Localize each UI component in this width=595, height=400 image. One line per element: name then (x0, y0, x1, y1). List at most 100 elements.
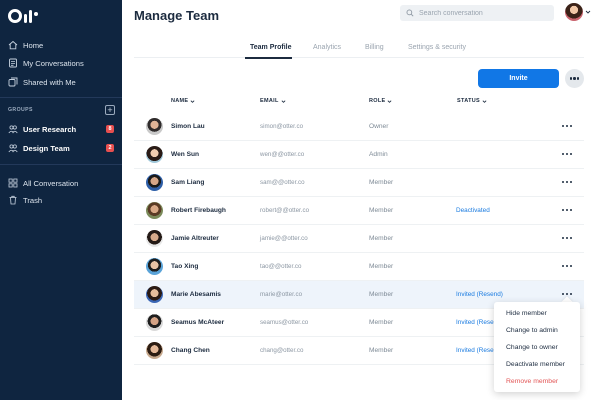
more-icon (569, 77, 580, 80)
count-badge: 8 (106, 125, 114, 133)
menu-item-hide-member[interactable]: Hide member (506, 310, 547, 317)
tab-analytics[interactable]: Analytics (313, 44, 341, 51)
more-options-button[interactable] (565, 69, 584, 88)
chevron-down-icon[interactable] (585, 9, 591, 15)
member-role: Member (369, 179, 394, 186)
count-badge: 2 (106, 144, 114, 152)
avatar (146, 314, 163, 331)
table-row[interactable]: Robert Firebaugh robert@@otter.co Member… (134, 197, 584, 225)
sidebar-item-user-research[interactable]: User Research (0, 121, 122, 137)
sidebar-item-my-conversations[interactable]: My Conversations (0, 55, 122, 71)
member-email: marie@otter.co (260, 291, 303, 298)
sidebar-item-label: My Conversations (23, 58, 84, 68)
menu-item-remove-member[interactable]: Remove member (506, 378, 558, 385)
table-row[interactable]: Wen Sun wen@@otter.co Admin (134, 141, 584, 169)
chevron-down-icon (388, 99, 392, 103)
member-role: Member (369, 207, 394, 214)
member-status[interactable]: Invited (Rese (456, 347, 494, 354)
sidebar-item-label: Home (23, 40, 44, 50)
member-email: robert@@otter.co (260, 207, 310, 214)
group-icon (8, 124, 18, 134)
sidebar-item-shared-with-me[interactable]: Shared with Me (0, 74, 122, 90)
row-more-button[interactable] (560, 261, 574, 271)
member-status: Deactivated (456, 207, 490, 214)
tab-billing[interactable]: Billing (365, 44, 384, 51)
chevron-down-icon (281, 99, 286, 103)
grid-icon (8, 178, 18, 188)
menu-item-deactivate-member[interactable]: Deactivate member (506, 361, 565, 368)
member-email: chang@otter.co (260, 347, 304, 354)
member-name: Chang Chen (171, 347, 210, 354)
groups-heading: GROUPS (8, 107, 33, 113)
column-header-name[interactable]: NAME (171, 98, 195, 104)
menu-item-change-to-owner[interactable]: Change to owner (506, 344, 558, 351)
column-header-email[interactable]: EMAIL (260, 98, 286, 104)
avatar (146, 258, 163, 275)
chevron-down-icon (190, 99, 195, 103)
tab-settings-security[interactable]: Settings & security (408, 44, 466, 51)
page-title: Manage Team (134, 8, 220, 23)
table-row[interactable]: Sam Liang sam@@otter.co Member (134, 169, 584, 197)
member-name: Simon Lau (171, 123, 205, 130)
sidebar-item-label: User Research (23, 124, 77, 134)
member-role: Member (369, 347, 394, 354)
search-bar[interactable] (400, 5, 554, 21)
sidebar-item-home[interactable]: Home (0, 37, 122, 53)
sidebar-item-label: Shared with Me (23, 77, 76, 87)
sidebar-item-all-conversation[interactable]: All Conversation (0, 175, 122, 191)
avatar (146, 286, 163, 303)
search-input[interactable] (419, 9, 549, 17)
avatar (146, 202, 163, 219)
sidebar-item-design-team[interactable]: Design Team (0, 140, 122, 156)
member-status[interactable]: Invited (Resend) (456, 291, 503, 298)
member-name: Wen Sun (171, 151, 200, 158)
row-more-button[interactable] (560, 121, 574, 131)
row-context-menu: Hide member Change to admin Change to ow… (494, 302, 580, 392)
column-header-role[interactable]: ROLE (369, 98, 392, 104)
avatar (146, 230, 163, 247)
member-role: Member (369, 319, 394, 326)
menu-item-change-to-admin[interactable]: Change to admin (506, 327, 558, 334)
user-avatar[interactable] (565, 3, 583, 21)
trash-icon (8, 195, 18, 205)
row-more-button[interactable] (560, 177, 574, 187)
sidebar-item-label: Design Team (23, 143, 70, 153)
sidebar: Home My Conversations Shared with Me GRO… (0, 0, 122, 400)
sidebar-item-label: All Conversation (23, 178, 79, 188)
member-role: Admin (369, 151, 388, 158)
row-more-button[interactable] (560, 149, 574, 159)
avatar (146, 118, 163, 135)
member-email: tao@@otter.co (260, 263, 302, 270)
member-name: Seamus McAteer (171, 319, 225, 326)
add-group-button[interactable]: + (105, 105, 115, 115)
search-icon (406, 9, 414, 17)
member-name: Sam Liang (171, 179, 205, 186)
member-email: simon@otter.co (260, 123, 304, 130)
column-header-status[interactable]: STATUS (457, 98, 487, 104)
member-email: sam@@otter.co (260, 179, 305, 186)
table-row[interactable]: Tao Xing tao@@otter.co Member (134, 253, 584, 281)
row-more-button[interactable] (560, 205, 574, 215)
avatar (146, 146, 163, 163)
sidebar-divider (0, 164, 122, 165)
tab-team-profile[interactable]: Team Profile (250, 44, 292, 51)
invite-button[interactable]: Invite (478, 69, 559, 88)
active-tab-indicator (245, 57, 292, 59)
member-name: Jamie Altreuter (171, 235, 219, 242)
otter-logo[interactable] (8, 9, 38, 23)
avatar (146, 174, 163, 191)
member-role: Member (369, 291, 394, 298)
sidebar-divider (0, 97, 122, 98)
member-email: jamie@@otter.co (260, 235, 308, 242)
document-icon (8, 58, 18, 68)
row-more-button[interactable] (560, 233, 574, 243)
table-row[interactable]: Jamie Altreuter jamie@@otter.co Member (134, 225, 584, 253)
member-status[interactable]: Invited (Rese (456, 319, 494, 326)
group-icon (8, 143, 18, 153)
table-row[interactable]: Simon Lau simon@otter.co Owner (134, 113, 584, 141)
chevron-down-icon (482, 99, 487, 103)
sidebar-item-trash[interactable]: Trash (0, 192, 122, 208)
member-name: Robert Firebaugh (171, 207, 226, 214)
tab-bar: Team Profile Analytics Billing Settings … (134, 40, 584, 58)
member-name: Tao Xing (171, 263, 199, 270)
